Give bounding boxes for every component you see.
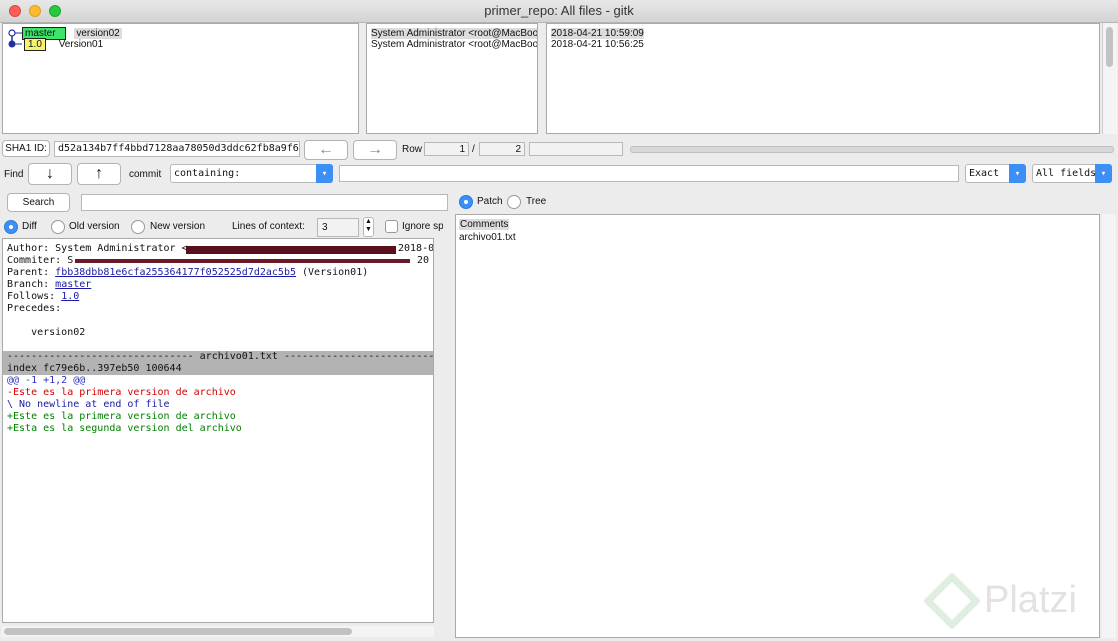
parent-message: (Version01) [296, 267, 369, 278]
row-label: Row [402, 144, 423, 155]
search-button[interactable]: Search [7, 193, 70, 212]
old-version-label[interactable]: Old version [69, 221, 120, 232]
branch-link[interactable]: master [55, 279, 91, 290]
progress-bar [630, 146, 1114, 153]
file-list-pane[interactable]: Comments archivo01.txt Platzi [455, 214, 1100, 638]
commit-message-body: version02 [7, 327, 86, 338]
tree-radio[interactable] [507, 195, 521, 209]
fields-select[interactable]: All fields ▾ [1032, 164, 1112, 183]
author-date: 2018-0 [398, 243, 434, 254]
file-list-item[interactable]: archivo01.txt [459, 232, 516, 243]
chevron-down-icon: ▼ [365, 226, 372, 233]
match-select[interactable]: Exact ▾ [965, 164, 1026, 183]
author-text: Author: System Administrator < [7, 243, 188, 254]
sha1-field[interactable]: d52a134b7ff4bbd7128aa78050d3ddc62fb8a9f6 [54, 141, 300, 157]
diff-label[interactable]: Diff [22, 221, 37, 232]
diff-hscrollbar[interactable] [2, 626, 434, 637]
row-total: 2 [479, 142, 525, 156]
platzi-logo-icon [923, 572, 981, 630]
branch-line-label: Branch: [7, 279, 56, 290]
row-separator: / [472, 144, 475, 155]
parent-link[interactable]: fbb38dbb81e6cfa255364177f052525d7d2ac5b5 [55, 267, 296, 278]
new-version-label[interactable]: New version [150, 221, 205, 232]
committer-line: Commiter: S [7, 255, 74, 266]
chevron-down-icon: ▾ [316, 164, 333, 183]
commit-author-pane[interactable]: System Administrator <root@MacBook Syste… [366, 23, 538, 134]
context-stepper[interactable]: ▲ ▼ [363, 217, 374, 237]
tag-label[interactable]: 1.0 [24, 38, 46, 51]
committer-date: 20 [417, 255, 430, 266]
date-cell: 2018-04-21 10:56:25 [551, 39, 644, 50]
context-spinbox[interactable]: 3 [317, 218, 359, 237]
parent-line: Parent: fbb38dbb81e6cfa255364177f052525d… [7, 267, 368, 279]
hunk-header: @@ -1 +1,2 @@ [7, 375, 86, 386]
find-type-label[interactable]: commit [129, 169, 161, 180]
author-cell: System Administrator <root@MacBook [371, 28, 537, 39]
commit-message: version02 [74, 28, 122, 39]
files-scrollbar[interactable] [1102, 214, 1116, 638]
history-scrollbar[interactable] [1102, 23, 1117, 134]
file-header[interactable]: ------------------------------- archivo0… [7, 351, 433, 363]
parent-label: Parent: [7, 267, 56, 278]
removed-line: -Este es la primera version de archivo [7, 387, 236, 398]
back-button[interactable]: ← [304, 140, 348, 160]
search-input[interactable] [81, 194, 448, 211]
new-version-radio[interactable] [131, 220, 145, 234]
fields-value: All fields [1036, 168, 1097, 179]
index-line: index fc79e6b..397eb50 100644 [7, 363, 182, 374]
arrow-left-icon: ← [318, 141, 334, 158]
commit-graph-pane[interactable]: master version02 1.0 Version01 [2, 23, 359, 134]
diff-radio[interactable] [4, 220, 18, 234]
sha1-id-label: SHA1 ID: [2, 140, 50, 157]
follows-line: Follows: 1.0 [7, 291, 79, 303]
find-next-button[interactable]: ↓ [28, 163, 72, 185]
title-bar: primer_repo: All files - gitk [0, 0, 1118, 23]
patch-radio[interactable] [459, 195, 473, 209]
follows-label: Follows: [7, 291, 62, 302]
old-version-radio[interactable] [51, 220, 65, 234]
follows-link[interactable]: 1.0 [61, 291, 79, 302]
find-mode-value: containing: [174, 168, 241, 179]
commit-row[interactable]: 1.0 Version01 [24, 38, 104, 51]
match-value: Exact [969, 168, 1000, 179]
commit-message: Version01 [58, 39, 104, 50]
redaction [186, 246, 396, 254]
forward-button[interactable]: → [353, 140, 397, 160]
find-prev-button[interactable]: ↑ [77, 163, 121, 185]
commit-date-pane[interactable]: 2018-04-21 10:59:09 2018-04-21 10:56:25 [546, 23, 1100, 134]
author-line: Author: System Administrator < [7, 243, 188, 255]
scrollbar-thumb[interactable] [4, 628, 352, 635]
diff-pane[interactable]: Author: System Administrator < 2018-0 Co… [2, 238, 434, 623]
arrow-up-icon: ↑ [95, 165, 103, 182]
ignore-space-label[interactable]: Ignore sp [402, 221, 443, 232]
find-label: Find [4, 169, 24, 180]
date-cell: 2018-04-21 10:59:09 [551, 28, 644, 39]
lines-of-context-label: Lines of context: [232, 221, 305, 232]
file-list-item[interactable]: Comments [459, 219, 510, 230]
progress-box [529, 142, 623, 156]
arrow-down-icon: ↓ [46, 165, 54, 182]
chevron-down-icon: ▾ [1009, 164, 1026, 183]
no-newline-line: \ No newline at end of file [7, 399, 170, 410]
chevron-down-icon: ▾ [1095, 164, 1112, 183]
precedes-line: Precedes: [7, 303, 62, 314]
ignore-space-checkbox[interactable] [385, 220, 398, 233]
branch-line: Branch: master [7, 279, 91, 291]
added-line: +Esta es la segunda version del archivo [7, 423, 242, 434]
find-mode-select[interactable]: containing: ▾ [170, 164, 333, 183]
tree-label[interactable]: Tree [526, 196, 546, 207]
scrollbar-thumb[interactable] [1106, 27, 1113, 67]
redaction [75, 259, 410, 263]
chevron-up-icon: ▲ [365, 218, 372, 225]
find-input[interactable] [339, 165, 959, 182]
platzi-watermark: Platzi [984, 579, 1077, 621]
added-line: +Este es la primera version de archivo [7, 411, 236, 422]
arrow-right-icon: → [367, 141, 383, 158]
patch-label[interactable]: Patch [477, 196, 503, 207]
author-cell: System Administrator <root@MacBook [371, 39, 538, 50]
window-title: primer_repo: All files - gitk [484, 3, 634, 18]
row-current: 1 [424, 142, 469, 156]
